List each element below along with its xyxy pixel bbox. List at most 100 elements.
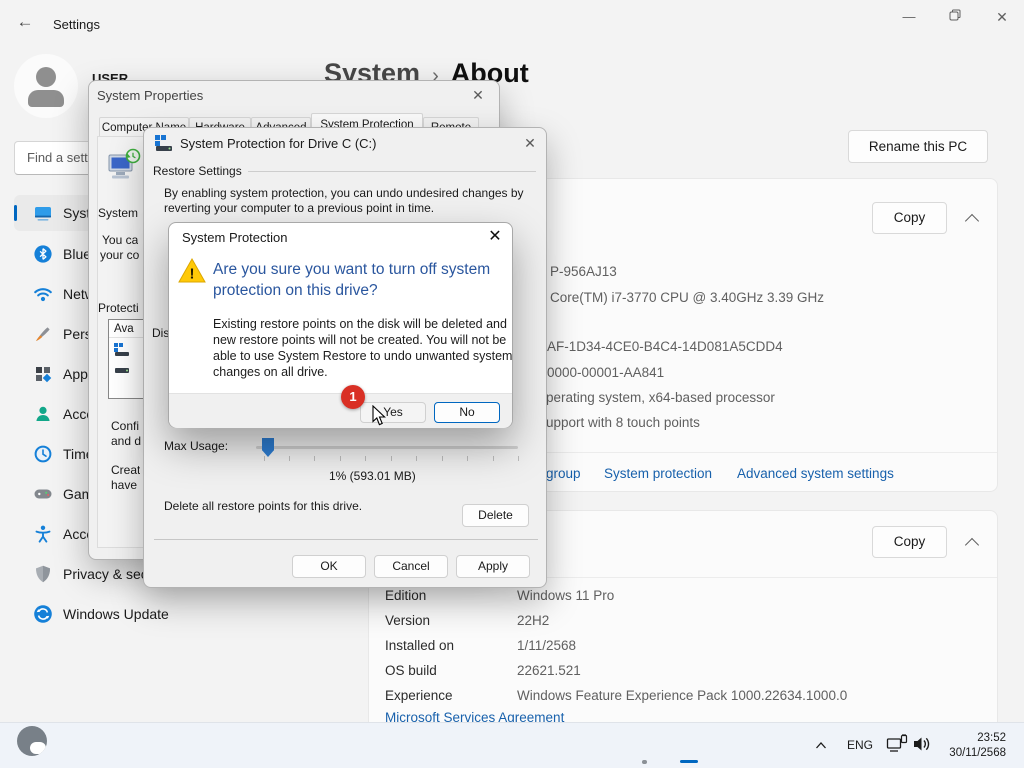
slider-thumb[interactable]	[262, 438, 274, 457]
chevron-up-icon	[965, 538, 979, 552]
advanced-system-settings-link[interactable]: Advanced system settings	[737, 466, 894, 481]
max-usage-slider[interactable]	[256, 446, 518, 449]
system-restore-icon	[107, 147, 141, 183]
protection-settings-fragment: Protecti	[98, 301, 139, 315]
network-tray-button[interactable]	[886, 734, 910, 756]
drive-dialog-icon	[154, 135, 174, 151]
confirm-heading-line1: Are you sure you want to turn off system	[213, 261, 490, 279]
slider-ticks	[264, 456, 518, 462]
drive-c-icon	[114, 343, 130, 356]
system-type-value: perating system, x64-based processor	[546, 390, 775, 405]
available-drives-list[interactable]: Ava	[108, 319, 144, 399]
language-indicator[interactable]: ENG	[847, 738, 873, 752]
collapse-device-specs-button[interactable]	[956, 206, 988, 232]
selection-accent-bar	[14, 205, 17, 221]
configure-fragment-2: and d	[111, 434, 141, 448]
experience-value: Windows Feature Experience Pack 1000.226…	[517, 688, 847, 703]
sidebar-item-windows-update[interactable]: Windows Update	[14, 596, 170, 632]
restore-button[interactable]	[940, 6, 970, 28]
confirm-body-line1: Existing restore points on the disk will…	[213, 317, 507, 331]
restore-desc-fragment-1: You ca	[102, 233, 138, 247]
close-icon[interactable]: ✕	[466, 85, 490, 105]
installed-on-label: Installed on	[385, 638, 454, 653]
usage-value: 1% (593.01 MB)	[329, 469, 416, 483]
restore-icon	[949, 9, 961, 21]
mouse-cursor	[372, 405, 388, 427]
system-restore-fragment: System	[98, 206, 138, 220]
sidebar-item-label: Windows Update	[63, 606, 169, 622]
restore-settings-group-label: Restore Settings	[153, 164, 242, 178]
delete-button[interactable]: Delete	[462, 504, 529, 527]
taskbar: ENG 23:52 30/11/2568	[0, 722, 1024, 768]
drives-list-header: Ava	[109, 320, 143, 338]
os-build-label: OS build	[385, 663, 437, 678]
confirm-dialog: System Protection ✕ ! Are you sure you w…	[168, 222, 513, 428]
time-language-icon	[33, 444, 53, 464]
close-icon[interactable]: ✕	[481, 225, 509, 249]
avatar[interactable]	[14, 54, 78, 118]
device-name-value: P-956AJ13	[550, 264, 617, 279]
svg-text:!: !	[190, 266, 195, 283]
edition-label: Edition	[385, 588, 426, 603]
edition-value: Windows 11 Pro	[517, 588, 614, 603]
delete-caption: Delete all restore points for this drive…	[164, 499, 362, 513]
copy-device-specs-button[interactable]: Copy	[872, 202, 947, 234]
dialog-title: System Properties	[97, 88, 203, 103]
close-icon[interactable]: ✕	[517, 132, 543, 154]
app-title: Settings	[53, 17, 100, 32]
cancel-button[interactable]: Cancel	[374, 555, 448, 578]
create-fragment-1: Creat	[111, 463, 140, 477]
step-badge: 1	[341, 385, 365, 409]
warning-icon: !	[177, 257, 207, 285]
active-window-indicator	[680, 760, 698, 763]
chevron-up-icon	[815, 741, 827, 750]
create-fragment-2: have	[111, 478, 137, 492]
confirm-body-line2: new restore points will not be created. …	[213, 333, 506, 347]
chevron-up-icon	[965, 214, 979, 228]
clock[interactable]: 23:52 30/11/2568	[920, 731, 1006, 760]
version-label: Version	[385, 613, 430, 628]
installed-on-value: 1/11/2568	[517, 638, 576, 653]
tray-chevron-button[interactable]	[810, 734, 832, 756]
workgroup-link[interactable]: group	[546, 466, 581, 481]
settings-running-indicator	[642, 760, 647, 764]
clock-time: 23:52	[920, 731, 1006, 746]
pen-touch-value: upport with 8 touch points	[546, 415, 700, 430]
close-button[interactable]: ✕	[987, 6, 1017, 28]
network-icon	[33, 284, 53, 304]
confirm-body-line3: able to use System Restore to undo unwan…	[213, 349, 512, 363]
apps-icon	[33, 364, 53, 384]
rename-pc-button[interactable]: Rename this PC	[848, 130, 988, 163]
avatar-body	[28, 90, 64, 107]
max-usage-label: Max Usage:	[164, 439, 228, 453]
back-button[interactable]: ←	[12, 12, 38, 36]
system-icon	[33, 203, 53, 223]
restore-desc-line2: reverting your computer to a previous po…	[164, 201, 434, 215]
personalization-icon	[33, 324, 53, 344]
no-button[interactable]: No	[434, 402, 500, 423]
device-id-value: AF-1D34-4CE0-B4C4-14D081A5CDD4	[547, 339, 783, 354]
system-protection-link[interactable]: System protection	[604, 466, 712, 481]
gaming-icon	[33, 484, 53, 504]
bluetooth-icon	[33, 244, 53, 264]
watermark-logo	[17, 726, 47, 756]
processor-value: Core(TM) i7-3770 CPU @ 3.40GHz 3.39 GHz	[550, 290, 824, 305]
avatar-head	[36, 67, 56, 87]
minimize-button[interactable]: —	[894, 6, 924, 28]
accessibility-icon	[33, 524, 53, 544]
privacy-icon	[33, 564, 53, 584]
version-value: 22H2	[517, 613, 549, 628]
yes-button[interactable]: Yes	[360, 402, 426, 423]
clock-date: 30/11/2568	[920, 746, 1006, 761]
restore-desc-fragment-2: your co	[100, 248, 139, 262]
dialog-title: System Protection for Drive C (C:)	[180, 136, 377, 151]
os-build-value: 22621.521	[517, 663, 581, 678]
apply-button[interactable]: Apply	[456, 555, 530, 578]
ok-button[interactable]: OK	[292, 555, 366, 578]
collapse-windows-specs-button[interactable]	[956, 530, 988, 556]
confirm-body-line4: changes on all drive.	[213, 365, 328, 379]
drive-d-icon	[114, 367, 130, 375]
dialog-title: System Protection	[182, 230, 288, 245]
configure-fragment-1: Confi	[111, 419, 139, 433]
copy-windows-specs-button[interactable]: Copy	[872, 526, 947, 558]
